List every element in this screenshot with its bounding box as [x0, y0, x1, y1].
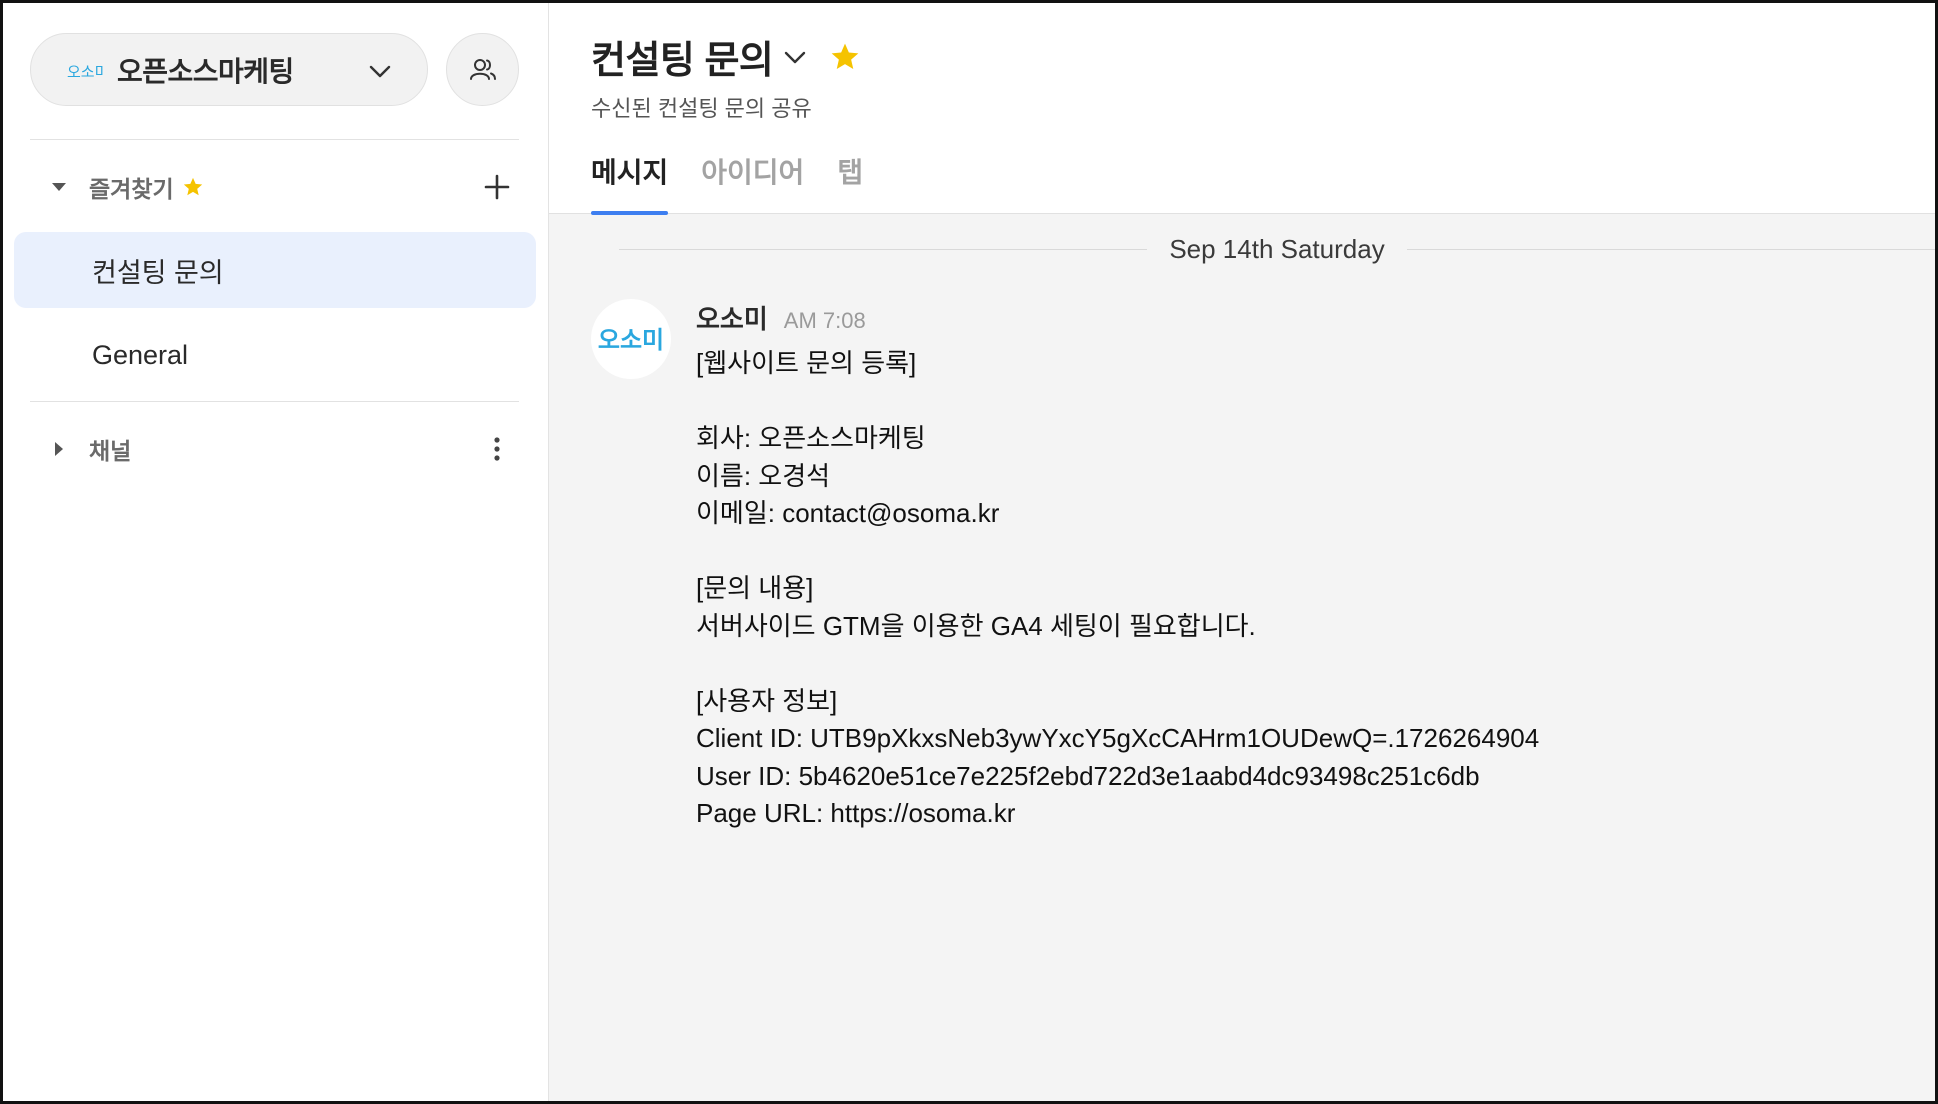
sidebar-item-label: General	[92, 339, 189, 370]
caret-down-icon[interactable]	[44, 172, 74, 202]
favorites-section-header[interactable]: 즐겨찾기	[30, 159, 519, 215]
message-line	[696, 645, 1539, 683]
chevron-down-icon	[369, 65, 391, 78]
message-line	[696, 533, 1539, 571]
chevron-down-icon[interactable]	[781, 43, 809, 71]
sender-name[interactable]: 오소미	[696, 299, 768, 336]
add-favorite-button[interactable]	[477, 167, 517, 207]
channels-section-header[interactable]: 채널	[30, 421, 519, 477]
message-line: [사용자 정보]	[696, 685, 838, 716]
channel-title[interactable]: 컨설팅 문의	[591, 29, 774, 84]
channel-view: 컨설팅 문의 수신된 컨설팅 문의 공유 메시지 아이디어 탭 Sep 14th…	[549, 3, 1935, 1101]
sender-logo-icon: 오소미	[598, 326, 664, 354]
channel-title-row: 컨설팅 문의	[591, 29, 861, 84]
star-icon[interactable]	[829, 41, 861, 73]
sidebar-item-label: 컨설팅 문의	[92, 257, 224, 288]
message-line: User ID: 5b4620e51ce7e225f2ebd722d3e1aab…	[696, 760, 1480, 791]
sidebar-divider	[30, 401, 519, 402]
message-line: Page URL: https://osoma.kr	[696, 798, 1016, 828]
channel-header: 컨설팅 문의 수신된 컨설팅 문의 공유 메시지 아이디어 탭	[549, 3, 1935, 215]
message-text: [웹사이트 문의 등록] 회사: 오픈소스마케팅 이름: 오경석 이메일: co…	[696, 345, 1539, 833]
workspace-logo-icon: 오소미	[67, 63, 103, 81]
message-line: 회사: 오픈소스마케팅	[696, 423, 926, 453]
sidebar-item-general[interactable]: General	[14, 317, 536, 393]
tab-messages[interactable]: 메시지	[591, 145, 669, 215]
date-divider: Sep 14th Saturday	[619, 227, 1935, 271]
message-line: 이름: 오경석	[696, 460, 831, 491]
message-header: 오소미 AM 7:08	[696, 299, 1539, 335]
channels-title: 채널	[89, 438, 132, 464]
date-divider-line	[1406, 248, 1935, 250]
channel-tabs: 메시지 아이디어 탭	[591, 145, 896, 215]
message-line: [웹사이트 문의 등록]	[696, 348, 917, 378]
tab-ideas[interactable]: 아이디어	[701, 145, 804, 214]
message-line: 이메일: contact@osoma.kr	[696, 498, 1000, 528]
date-divider-line	[619, 248, 1148, 250]
caret-right-icon[interactable]	[44, 434, 74, 464]
channel-subtitle: 수신된 컨설팅 문의 공유	[591, 96, 812, 121]
message-line	[696, 383, 1539, 421]
workspace-name: 오픈소스마케팅	[117, 55, 294, 87]
app-window: 오소미 오픈소스마케팅 즐겨찾기	[0, 0, 1938, 1104]
sidebar: 오소미 오픈소스마케팅 즐겨찾기	[3, 3, 549, 1101]
star-icon	[183, 177, 202, 196]
people-icon	[469, 58, 496, 80]
sidebar-divider	[30, 139, 519, 140]
workspace-switcher[interactable]: 오소미 오픈소스마케팅	[30, 33, 428, 106]
date-divider-label: Sep 14th Saturday	[1169, 233, 1385, 264]
channels-more-button[interactable]	[477, 429, 517, 469]
favorites-title: 즐겨찾기	[89, 176, 174, 202]
message-line: [문의 내용]	[696, 573, 814, 603]
tab-tabs[interactable]: 탭	[837, 145, 863, 214]
message-body: 오소미 AM 7:08 [웹사이트 문의 등록] 회사: 오픈소스마케팅 이름:…	[696, 299, 1539, 833]
svg-text:오소미: 오소미	[67, 63, 103, 81]
message-line: Client ID: UTB9pXkxsNeb3ywYxcY5gXcCAHrm1…	[696, 723, 1540, 753]
svg-text:오소미: 오소미	[598, 326, 664, 354]
sidebar-item-consulting[interactable]: 컨설팅 문의	[14, 232, 536, 308]
avatar[interactable]: 오소미	[591, 299, 671, 379]
more-vertical-icon	[494, 437, 500, 461]
members-button[interactable]	[446, 33, 519, 106]
plus-icon	[484, 174, 510, 200]
message-time: AM 7:08	[783, 308, 866, 333]
message-line: 서버사이드 GTM을 이용한 GA4 세팅이 필요합니다.	[696, 610, 1256, 641]
